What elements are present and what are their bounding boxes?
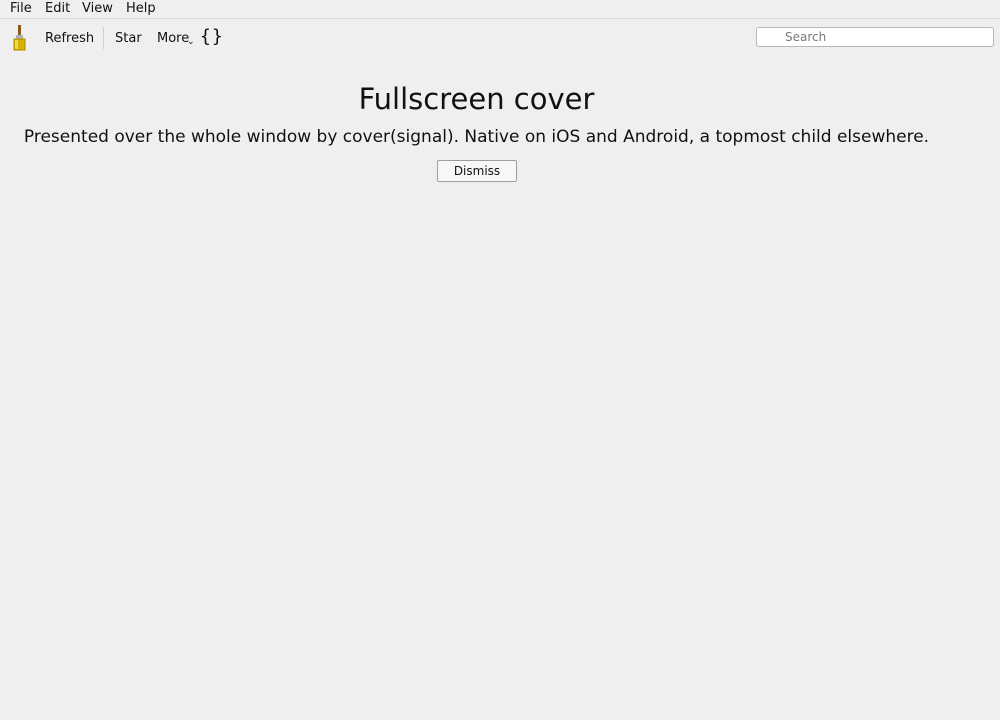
- toolbar: Refresh Star More ⌄ {}: [0, 19, 1000, 59]
- page-title: Fullscreen cover: [358, 82, 595, 116]
- star-button[interactable]: Star: [115, 31, 142, 46]
- toolbar-separator: [103, 27, 104, 49]
- dismiss-button[interactable]: Dismiss: [437, 160, 517, 182]
- menu-edit[interactable]: Edit: [45, 1, 70, 16]
- menu-bar: File Edit View Help: [0, 0, 1000, 19]
- more-button[interactable]: More: [157, 31, 189, 46]
- paintbrush-icon[interactable]: [12, 25, 28, 51]
- menu-view[interactable]: View: [82, 1, 113, 16]
- search-input[interactable]: [756, 27, 994, 47]
- cover-description: Presented over the whole window by cover…: [23, 127, 930, 147]
- braces-icon[interactable]: {}: [200, 27, 224, 47]
- refresh-button[interactable]: Refresh: [45, 31, 94, 46]
- menu-help[interactable]: Help: [126, 1, 156, 16]
- chevron-down-icon[interactable]: ⌄: [187, 38, 195, 47]
- menu-file[interactable]: File: [10, 1, 32, 16]
